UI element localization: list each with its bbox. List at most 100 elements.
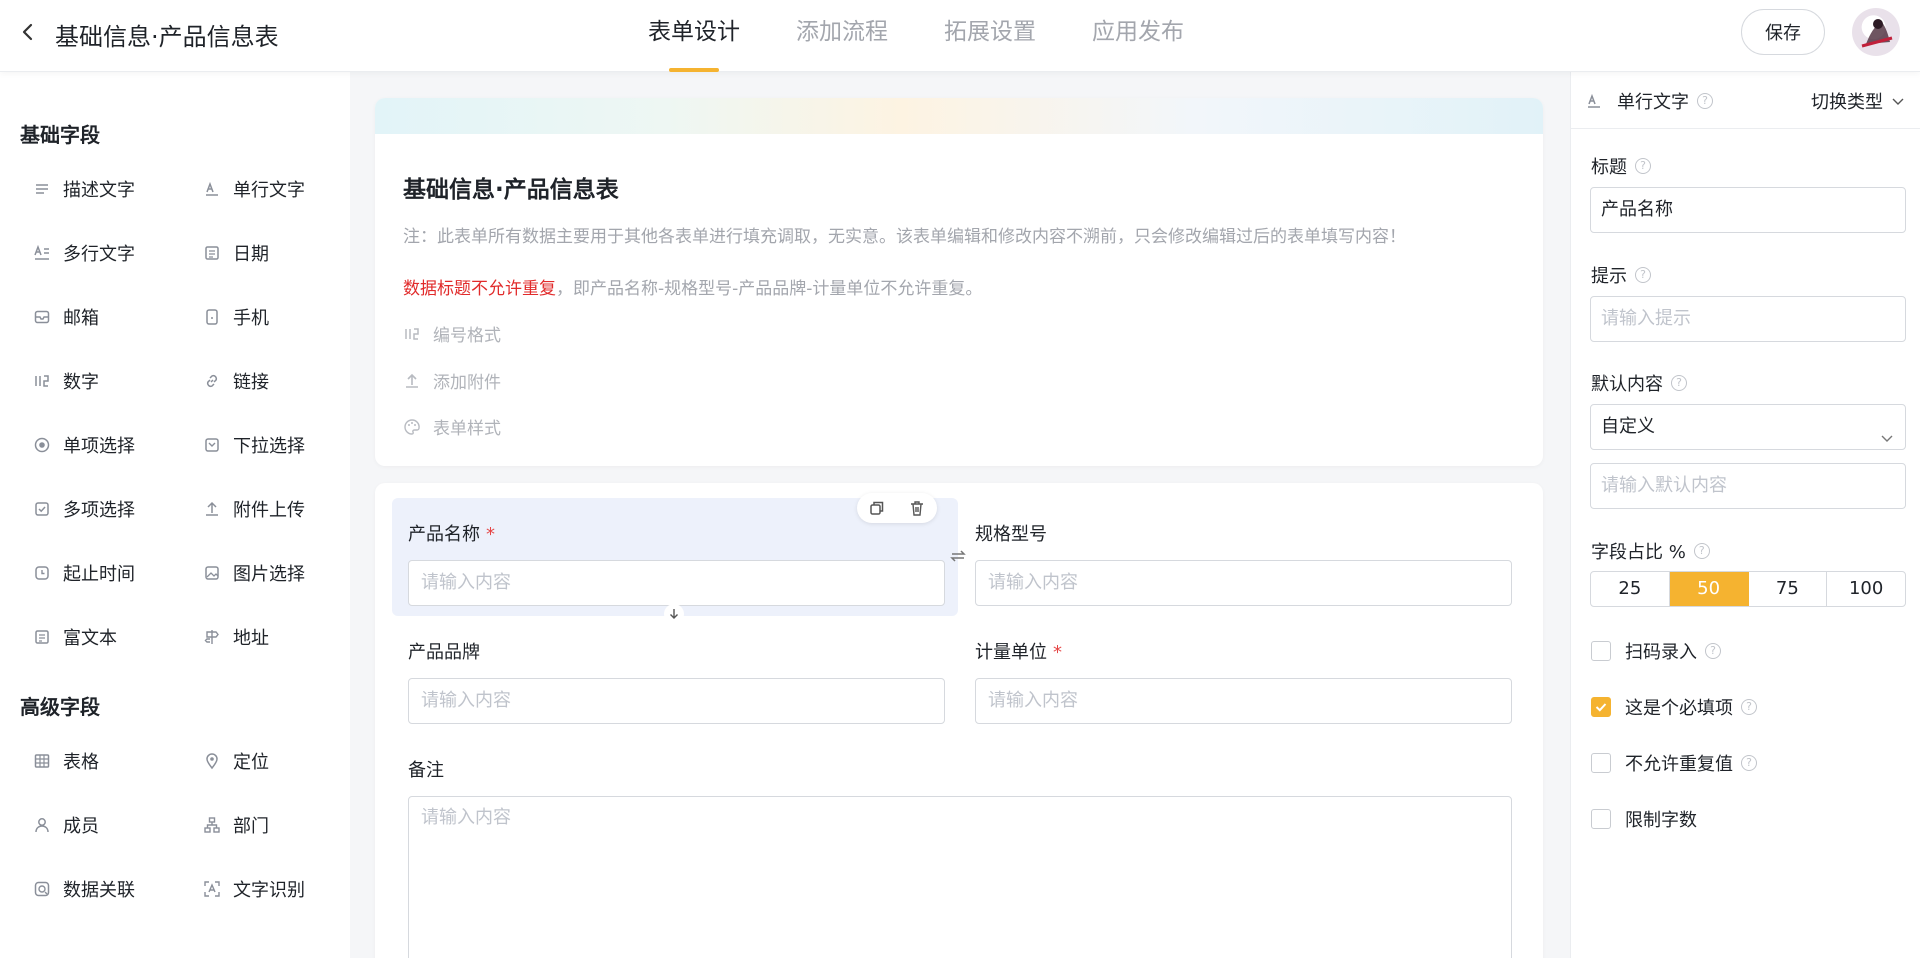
help-icon[interactable]: ? [1693,543,1710,559]
tab-extended-settings[interactable]: 拓展设置 [916,0,1064,72]
help-icon[interactable]: ? [1741,755,1757,771]
form-banner [375,98,1543,134]
checkbox-box[interactable] [1591,809,1611,829]
phone-icon [203,308,221,326]
palette-item-label: 手机 [233,308,269,329]
help-icon[interactable]: ? [1697,93,1713,109]
tab-add-workflow[interactable]: 添加流程 [768,0,916,72]
palette-item-table[interactable]: 表格 [33,746,99,776]
palette-item-attachment-upload[interactable]: 附件上传 [203,494,305,524]
no-duplicate-checkbox[interactable]: 不允许重复值 ? [1591,750,1757,776]
checkbox-box[interactable] [1591,753,1611,773]
title-input[interactable]: 产品名称 [1590,187,1906,233]
help-icon[interactable]: ? [1671,375,1687,391]
time-range-icon [33,564,51,582]
palette-item-single-line-text[interactable]: 单行文字 [203,174,305,204]
copy-icon[interactable] [868,499,886,517]
back-chevron-icon[interactable] [18,20,38,44]
palette-item-label: 图片选择 [233,564,305,585]
location-pin-icon [203,752,221,770]
delete-icon[interactable] [908,499,926,517]
swap-icon[interactable] [948,546,968,566]
palette-item-image-select[interactable]: 图片选择 [203,558,305,588]
title-label: 标题? [1591,153,1651,179]
palette-item-number[interactable]: 数字 [33,366,99,396]
default-content-select[interactable]: 自定义 [1590,404,1906,450]
org-chart-icon [203,816,221,834]
palette-item-label: 地址 [233,628,269,649]
checkbox-box-checked[interactable] [1591,697,1611,717]
single-line-text-icon [1585,92,1603,110]
palette-item-description-text[interactable]: 描述文字 [33,174,135,204]
form-title: 基础信息·产品信息表 [403,177,619,203]
checkbox-box[interactable] [1591,641,1611,661]
palette-item-data-link[interactable]: 数据关联 [33,874,135,904]
number-format-option[interactable]: 编号格式 [403,321,501,346]
basic-fields-title: 基础字段 [20,123,100,147]
arrow-down-icon[interactable] [664,604,684,624]
tab-form-design[interactable]: 表单设计 [620,0,768,72]
image-icon [203,564,221,582]
form-note: 注：此表单所有数据主要用于其他各表单进行填充调取，无实意。该表单编辑和修改内容不… [403,227,1406,247]
palette-item-address[interactable]: 地址 [203,622,269,652]
palette-item-label: 单项选择 [63,436,135,457]
product-name-input[interactable]: 请输入内容 [408,560,945,606]
palette-item-time-range[interactable]: 起止时间 [33,558,135,588]
user-avatar[interactable] [1852,8,1900,56]
checkmark-icon [1595,703,1607,712]
palette-item-phone[interactable]: 手机 [203,302,269,332]
palette-item-multi-choice[interactable]: 多项选择 [33,494,135,524]
ratio-option-100[interactable]: 100 [1827,572,1905,606]
unit-input[interactable]: 请输入内容 [975,678,1512,724]
scan-entry-checkbox[interactable]: 扫码录入 ? [1591,638,1721,664]
form-header-card[interactable]: 基础信息·产品信息表 注：此表单所有数据主要用于其他各表单进行填充调取，无实意。… [375,98,1543,466]
help-icon[interactable]: ? [1741,699,1757,715]
link-icon [203,372,221,390]
form-style-option[interactable]: 表单样式 [403,414,501,439]
table-icon [33,752,51,770]
palette-item-label: 单行文字 [233,180,305,201]
title-label-text: 标题 [1591,157,1627,178]
palette-item-member[interactable]: 成员 [33,810,99,840]
switch-type-dropdown[interactable]: 切换类型 [1811,88,1905,114]
form-note-duplicate: 数据标题不允许重复，即产品名称-规格型号-产品品牌-计量单位不允许重复。 [403,274,982,299]
limit-chars-checkbox[interactable]: 限制字数 [1591,806,1697,832]
help-icon[interactable]: ? [1635,158,1651,174]
palette-item-single-choice[interactable]: 单项选择 [33,430,135,460]
palette-item-label: 起止时间 [63,564,135,585]
palette-item-rich-text[interactable]: 富文本 [33,622,117,652]
palette-item-dropdown[interactable]: 下拉选择 [203,430,305,460]
help-icon[interactable]: ? [1635,267,1651,283]
duplicate-warning-text: 数据标题不允许重复 [403,279,556,299]
palette-item-label: 成员 [63,816,99,837]
tab-app-publish[interactable]: 应用发布 [1064,0,1212,72]
spec-model-input[interactable]: 请输入内容 [975,560,1512,606]
checkbox-label: 限制字数 [1625,810,1697,831]
palette-item-email[interactable]: 邮箱 [33,302,99,332]
save-button[interactable]: 保存 [1741,9,1825,55]
palette-item-location[interactable]: 定位 [203,746,269,776]
user-icon [33,816,51,834]
palette-item-multi-line-text[interactable]: 多行文字 [33,238,135,268]
field-label-text: 规格型号 [975,524,1047,545]
checkbox-label: 不允许重复值 [1625,754,1733,775]
ratio-option-25[interactable]: 25 [1591,572,1670,606]
palette-item-date[interactable]: 日期 [203,238,269,268]
palette-icon [403,418,421,436]
hint-input[interactable]: 请输入提示 [1590,296,1906,342]
default-content-input[interactable]: 请输入默认内容 [1590,463,1906,509]
product-brand-input[interactable]: 请输入内容 [408,678,945,724]
required-field-checkbox[interactable]: 这是个必填项 ? [1591,694,1757,720]
ratio-option-50[interactable]: 50 [1669,572,1749,606]
add-attachment-option[interactable]: 添加附件 [403,368,501,393]
palette-item-link[interactable]: 链接 [203,366,269,396]
palette-item-department[interactable]: 部门 [203,810,269,840]
palette-item-label: 描述文字 [63,180,135,201]
remarks-textarea[interactable]: 请输入内容 [408,796,1512,958]
number-format-icon [403,325,421,343]
field-label: 规格型号 [975,520,1047,546]
help-icon[interactable]: ? [1705,643,1721,659]
field-label-text: 产品名称 [408,524,480,545]
palette-item-text-recognition[interactable]: 文字识别 [203,874,305,904]
ratio-option-75[interactable]: 75 [1749,572,1828,606]
